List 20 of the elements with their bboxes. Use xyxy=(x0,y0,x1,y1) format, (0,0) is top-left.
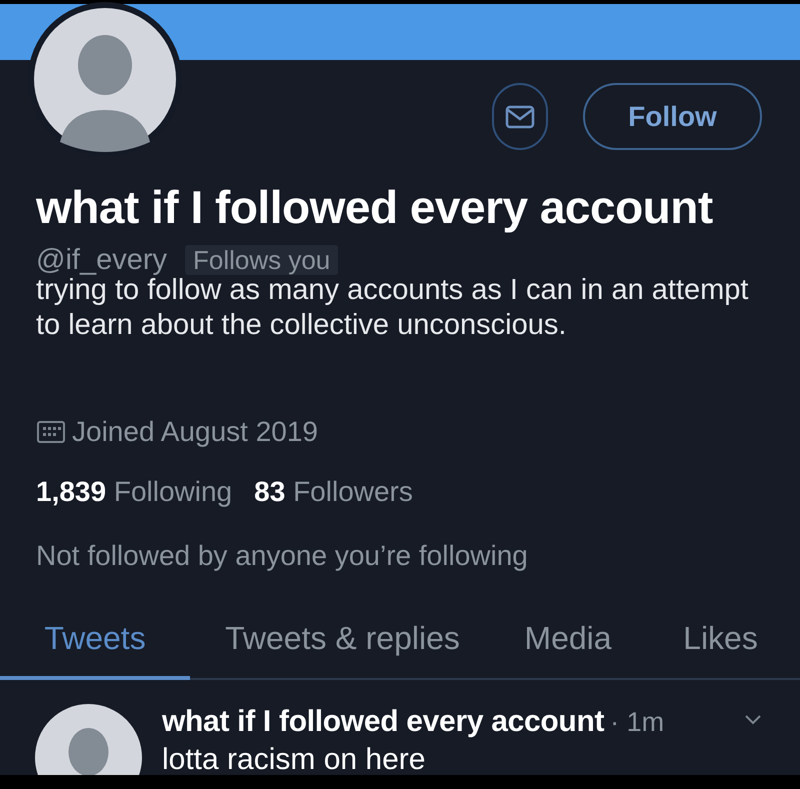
profile-bio: trying to follow as many accounts as I can in an attempt to learn about the collective unconscious. xyxy=(36,274,750,343)
tweet-author: what if I followed every account xyxy=(162,704,604,740)
follows-you-badge: Follows you xyxy=(184,245,338,275)
profile-tab[interactable]: Media xyxy=(495,620,641,680)
chevron-down-icon[interactable] xyxy=(744,714,762,726)
profile-tab[interactable]: Tweets & replies xyxy=(190,620,495,680)
profile-handle: @if_every xyxy=(36,244,167,276)
stat-link[interactable]: 83 Followers xyxy=(254,471,413,513)
follow-button[interactable]: Follow xyxy=(583,83,762,150)
profile-tab[interactable]: Tweets xyxy=(0,620,190,680)
stat-link[interactable]: 1,839 Following xyxy=(36,471,232,513)
message-button[interactable] xyxy=(492,83,548,150)
calendar-icon xyxy=(36,420,66,444)
joined-date: Joined August 2019 xyxy=(72,415,318,449)
tweet-text: lotta racism on here xyxy=(162,742,426,775)
profile-name: what if I followed every account xyxy=(36,181,714,233)
profile-tab[interactable]: Likes xyxy=(641,620,800,680)
mutuals-note: Not followed by anyone you’re following xyxy=(36,539,529,573)
envelope-icon xyxy=(505,104,535,128)
tweet-time: · 1m xyxy=(610,706,664,739)
